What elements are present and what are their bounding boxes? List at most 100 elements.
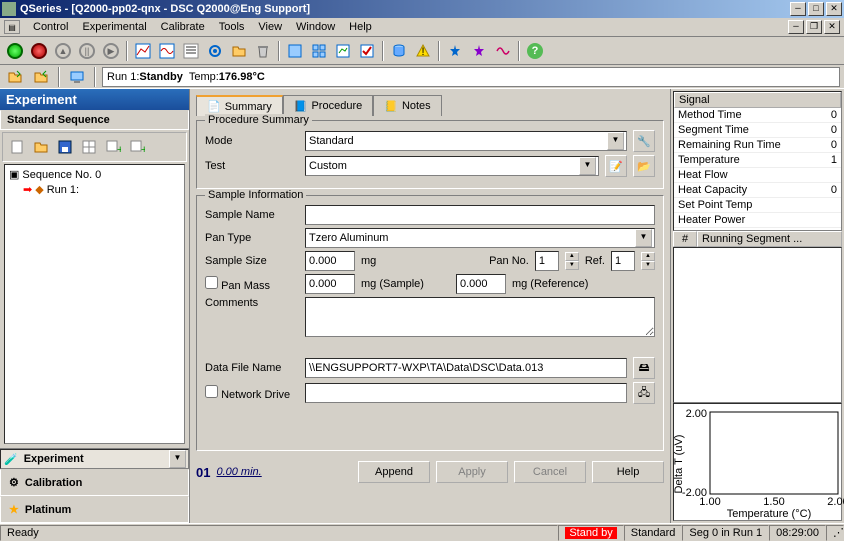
apply-button[interactable]: Apply: [436, 461, 508, 483]
signal-row[interactable]: Heat Capacity0: [674, 183, 841, 198]
maximize-button[interactable]: □: [808, 2, 824, 16]
signal-icon[interactable]: [492, 40, 514, 62]
signal-row[interactable]: Set Point Temp: [674, 198, 841, 213]
grid-icon[interactable]: [308, 40, 330, 62]
check-icon[interactable]: [356, 40, 378, 62]
database-icon[interactable]: [388, 40, 410, 62]
new-seq-icon[interactable]: [6, 136, 28, 158]
browse-network-button[interactable]: 🖧: [633, 382, 655, 404]
ref-input[interactable]: [611, 251, 635, 271]
close-button[interactable]: ✕: [826, 2, 842, 16]
sequence-tree[interactable]: ▣ Sequence No. 0 ➡ ◆ Run 1:: [4, 164, 185, 444]
mdi-minimize-button[interactable]: ─: [788, 20, 804, 34]
pan-no-input[interactable]: [535, 251, 559, 271]
nav-calibration[interactable]: ⚙ Calibration: [0, 469, 189, 496]
stop-button[interactable]: [28, 40, 50, 62]
signal-row[interactable]: Method Time0: [674, 108, 841, 123]
cancel-button[interactable]: Cancel: [514, 461, 586, 483]
nav-platinum[interactable]: ★ Platinum: [0, 496, 189, 523]
tree-run[interactable]: ➡ ◆ Run 1:: [7, 182, 182, 197]
save-file-icon[interactable]: [30, 66, 52, 88]
open-seq-icon[interactable]: [30, 136, 52, 158]
help-icon[interactable]: ?: [524, 40, 546, 62]
trash-icon[interactable]: [252, 40, 274, 62]
rewind-button[interactable]: ▲: [52, 40, 74, 62]
chart1-icon[interactable]: [132, 40, 154, 62]
chart2-icon[interactable]: [156, 40, 178, 62]
tab-procedure[interactable]: 📘 Procedure: [283, 95, 373, 116]
segment-col-num[interactable]: #: [673, 231, 697, 247]
mode-select[interactable]: Standard: [305, 131, 627, 151]
data-file-input[interactable]: [305, 358, 627, 378]
menu-control[interactable]: Control: [26, 19, 75, 35]
test-select[interactable]: Custom: [305, 156, 599, 176]
help-button[interactable]: Help: [592, 461, 664, 483]
plot-xlabel: Temperature (°C): [727, 508, 811, 520]
pan-mass-checkbox[interactable]: [205, 276, 218, 289]
menu-tools[interactable]: Tools: [212, 19, 252, 35]
sequence-time[interactable]: 0.00 min.: [216, 466, 261, 478]
menu-view[interactable]: View: [251, 19, 289, 35]
menu-window[interactable]: Window: [289, 19, 342, 35]
wizard2-icon[interactable]: [468, 40, 490, 62]
save-seq-icon[interactable]: [54, 136, 76, 158]
play-button[interactable]: ▶: [100, 40, 122, 62]
nav-experiment[interactable]: 🧪 Experiment: [0, 449, 189, 469]
tab-summary[interactable]: 📄 Summary: [196, 95, 283, 116]
pan-mass-ref-input[interactable]: [456, 274, 506, 294]
grid1-icon[interactable]: [78, 136, 100, 158]
realtime-plot[interactable]: Delta T (uV) Temperature (°C) 2.00 -2.00…: [673, 403, 842, 521]
sample-size-input[interactable]: [305, 251, 355, 271]
sample-name-input[interactable]: [305, 205, 655, 225]
comments-input[interactable]: [305, 297, 655, 337]
resize-grip[interactable]: ⋰: [826, 525, 844, 541]
sample-info-group: Sample Information Sample Name Pan Type …: [196, 195, 664, 451]
network-drive-checkbox[interactable]: [205, 385, 218, 398]
append-button[interactable]: Append: [358, 461, 430, 483]
menu-calibrate[interactable]: Calibrate: [154, 19, 212, 35]
segment-body[interactable]: [673, 247, 842, 403]
tree-sequence[interactable]: ▣ Sequence No. 0: [7, 167, 182, 182]
tab-summary-label: Summary: [225, 101, 272, 113]
mdi-restore-button[interactable]: ❐: [806, 20, 822, 34]
signal-row[interactable]: Heater Power: [674, 213, 841, 228]
warning-icon[interactable]: !: [412, 40, 434, 62]
pause-button[interactable]: ||: [76, 40, 98, 62]
wizard1-icon[interactable]: [444, 40, 466, 62]
ref-spinner[interactable]: ▲▼: [641, 252, 655, 270]
pan-no-spinner[interactable]: ▲▼: [565, 252, 579, 270]
gear-icon[interactable]: [204, 40, 226, 62]
pan-mass-sample-input[interactable]: [305, 274, 355, 294]
window1-icon[interactable]: [284, 40, 306, 62]
start-button[interactable]: [4, 40, 26, 62]
segment-col-desc[interactable]: Running Segment ...: [697, 231, 842, 247]
network-drive-input[interactable]: [305, 383, 627, 403]
sample-size-label: Sample Size: [205, 255, 299, 267]
minimize-button[interactable]: ─: [790, 2, 806, 16]
grid-add-icon[interactable]: +: [102, 136, 124, 158]
folder-icon[interactable]: [228, 40, 250, 62]
browse-file-button[interactable]: 🖴: [633, 357, 655, 379]
mode-wizard-button[interactable]: 🔧: [633, 130, 655, 152]
signal-row[interactable]: Heat Flow: [674, 168, 841, 183]
mdi-close-button[interactable]: ✕: [824, 20, 840, 34]
pan-type-select[interactable]: Tzero Aluminum: [305, 228, 655, 248]
grid-add2-icon[interactable]: +: [126, 136, 148, 158]
computer-icon[interactable]: [66, 66, 88, 88]
test-open-button[interactable]: 📂: [633, 155, 655, 177]
list-icon[interactable]: [180, 40, 202, 62]
menu-experimental[interactable]: Experimental: [75, 19, 153, 35]
app-menu-icon[interactable]: ▤: [4, 20, 20, 34]
menu-help[interactable]: Help: [342, 19, 379, 35]
open-file-icon[interactable]: [4, 66, 26, 88]
app-icon: [2, 2, 16, 16]
tab-notes[interactable]: 📒 Notes: [373, 95, 441, 116]
signal-row[interactable]: Remaining Run Time0: [674, 138, 841, 153]
signal-row[interactable]: Temperature1: [674, 153, 841, 168]
analyze-icon[interactable]: [332, 40, 354, 62]
ref-label: Ref.: [585, 255, 605, 267]
signal-list[interactable]: Signal Method Time0Segment Time0Remainin…: [673, 91, 842, 231]
signal-header[interactable]: Signal: [674, 92, 841, 108]
signal-row[interactable]: Segment Time0: [674, 123, 841, 138]
test-edit-button[interactable]: 📝: [605, 155, 627, 177]
